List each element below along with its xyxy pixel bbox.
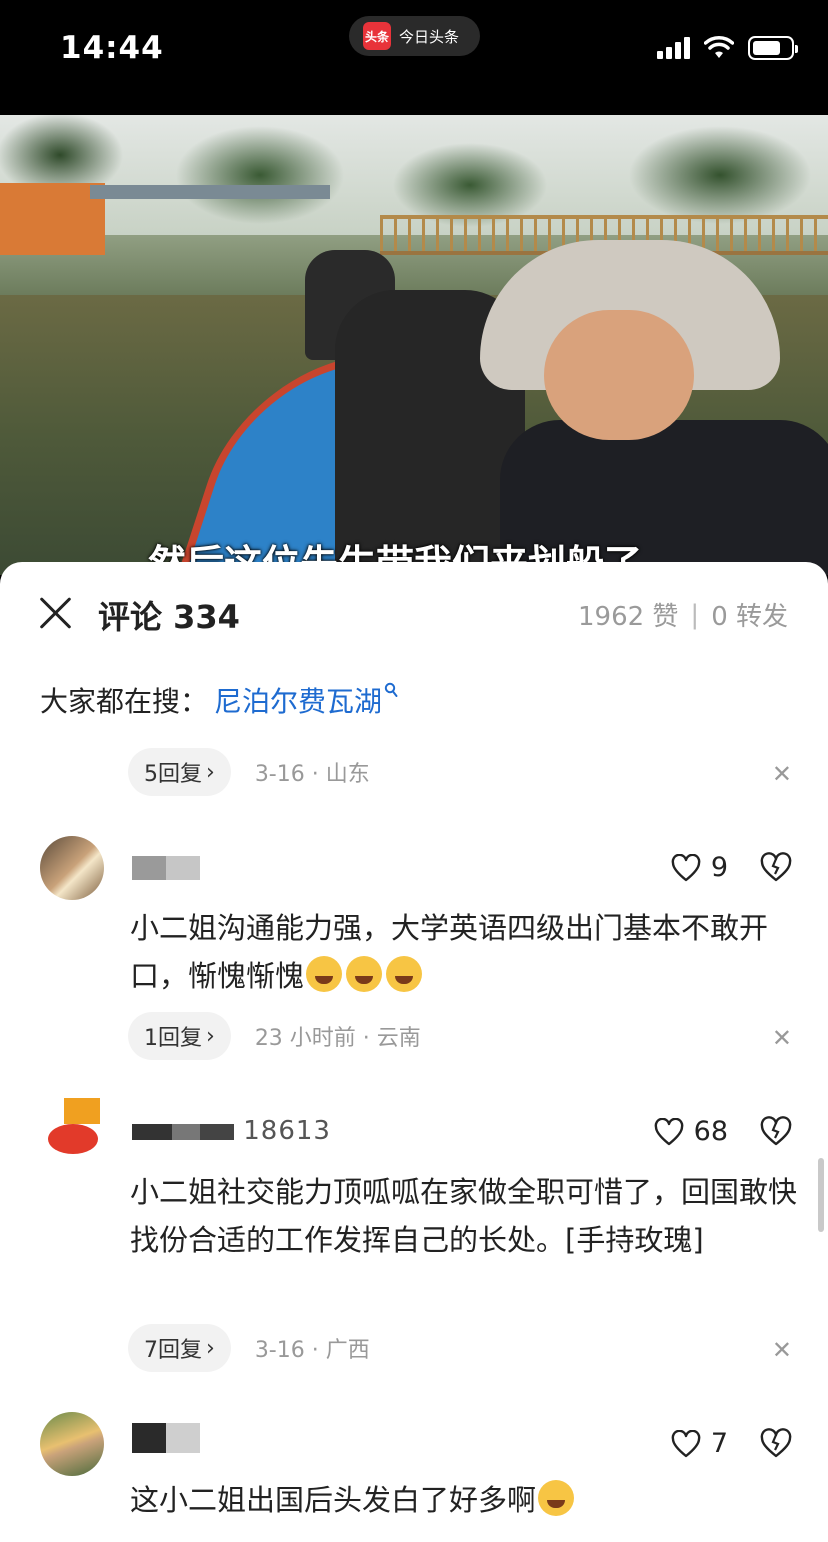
comment-count-title: 评论 334 — [98, 598, 240, 636]
reply-count: 5回复 — [144, 762, 202, 787]
app-indicator-pill: 头条 今日头条 — [349, 16, 480, 56]
status-icons — [657, 36, 798, 60]
post-stats: 1962 赞 | 0 转发 — [578, 596, 788, 633]
close-small-icon[interactable]: ✕ — [772, 760, 792, 788]
stats-separator: | — [690, 599, 700, 630]
comment-meta: 23 小时前 · 云南 — [254, 1026, 421, 1051]
reply-count: 7回复 — [144, 1338, 202, 1363]
wifi-icon — [704, 36, 734, 58]
like-button[interactable]: 68 — [654, 1116, 728, 1147]
scrollbar[interactable] — [818, 1158, 824, 1232]
battery-fill — [753, 41, 780, 55]
app-name: 今日头条 — [399, 27, 460, 46]
shares-count: 0 转发 — [711, 602, 788, 632]
video-roof — [90, 185, 330, 199]
view-replies-button[interactable]: 5回复 › — [128, 748, 231, 796]
broken-heart-icon[interactable] — [760, 852, 792, 882]
view-replies-button[interactable]: 7回复 › — [128, 1324, 231, 1372]
avatar[interactable] — [40, 1412, 104, 1476]
likes-count: 1962 赞 — [577, 602, 679, 632]
laugh-cry-emoji-icon — [306, 956, 343, 992]
close-small-icon[interactable]: ✕ — [772, 1336, 792, 1364]
heart-outline-icon — [671, 853, 701, 881]
broken-heart-icon[interactable] — [760, 1428, 792, 1458]
comment-text: 小二姐沟通能力强，大学英语四级出门基本不敢开口，惭愧惭愧 — [130, 911, 769, 993]
like-count: 68 — [693, 1116, 728, 1147]
username[interactable] — [132, 1422, 200, 1453]
like-button[interactable]: 7 — [671, 1428, 728, 1459]
search-icon[interactable] — [384, 682, 398, 698]
comment-meta: 3-16 · 山东 — [254, 762, 370, 787]
chevron-right-icon: › — [206, 1335, 215, 1361]
hot-search-link[interactable]: 尼泊尔费瓦湖 — [214, 680, 382, 720]
chevron-right-icon: › — [206, 1023, 215, 1049]
hot-search-bar: 大家都在搜： 尼泊尔费瓦湖 — [40, 680, 398, 720]
heart-outline-icon — [671, 1429, 701, 1457]
avatar[interactable] — [40, 836, 104, 900]
grin-emoji-icon — [538, 1480, 575, 1516]
comment-text: 小二姐社交能力顶呱呱在家做全职可惜了，回国敢快找份合适的工作发挥自己的长处。[手… — [130, 1175, 798, 1257]
like-count: 9 — [710, 852, 728, 883]
reply-count: 1回复 — [144, 1026, 202, 1051]
username[interactable] — [132, 852, 200, 882]
comment-header: 评论 334 1962 赞 | 0 转发 — [0, 562, 828, 662]
reply-row: 5回复 › 3-16 · 山东 ✕ — [128, 748, 792, 796]
comment-meta: 3-16 · 广西 — [254, 1338, 370, 1363]
like-button[interactable]: 9 — [671, 852, 728, 883]
battery-icon — [748, 36, 798, 60]
avatar[interactable] — [40, 1098, 104, 1162]
heart-outline-icon — [654, 1117, 683, 1145]
comment-text: 这小二姐出国后头发白了好多啊 — [130, 1476, 800, 1524]
cellular-signal-icon — [657, 37, 690, 59]
view-replies-button[interactable]: 1回复 › — [128, 1012, 231, 1060]
status-time: 14:44 — [60, 30, 164, 66]
close-small-icon[interactable]: ✕ — [772, 1024, 792, 1052]
close-icon[interactable] — [38, 595, 74, 631]
status-bar: 14:44 头条 今日头条 — [0, 0, 828, 115]
video-woman — [480, 240, 828, 575]
hot-search-label: 大家都在搜： — [40, 685, 209, 718]
laugh-cry-emoji-icon — [346, 956, 383, 992]
reply-row: 1回复 › 23 小时前 · 云南 ✕ — [128, 1012, 792, 1060]
chevron-right-icon: › — [206, 759, 215, 785]
comment-sheet: 评论 334 1962 赞 | 0 转发 大家都在搜： 尼泊尔费瓦湖 5回复 ›… — [0, 562, 828, 1542]
reply-row: 7回复 › 3-16 · 广西 ✕ — [128, 1324, 792, 1372]
video-player[interactable]: 然后这位先生带我们来划船了 — [0, 115, 828, 575]
broken-heart-icon[interactable] — [760, 1116, 792, 1146]
laugh-cry-emoji-icon — [386, 956, 423, 992]
like-count: 7 — [710, 1428, 728, 1459]
toutiao-logo-icon: 头条 — [363, 22, 391, 50]
username[interactable]: 18613 — [132, 1116, 331, 1146]
